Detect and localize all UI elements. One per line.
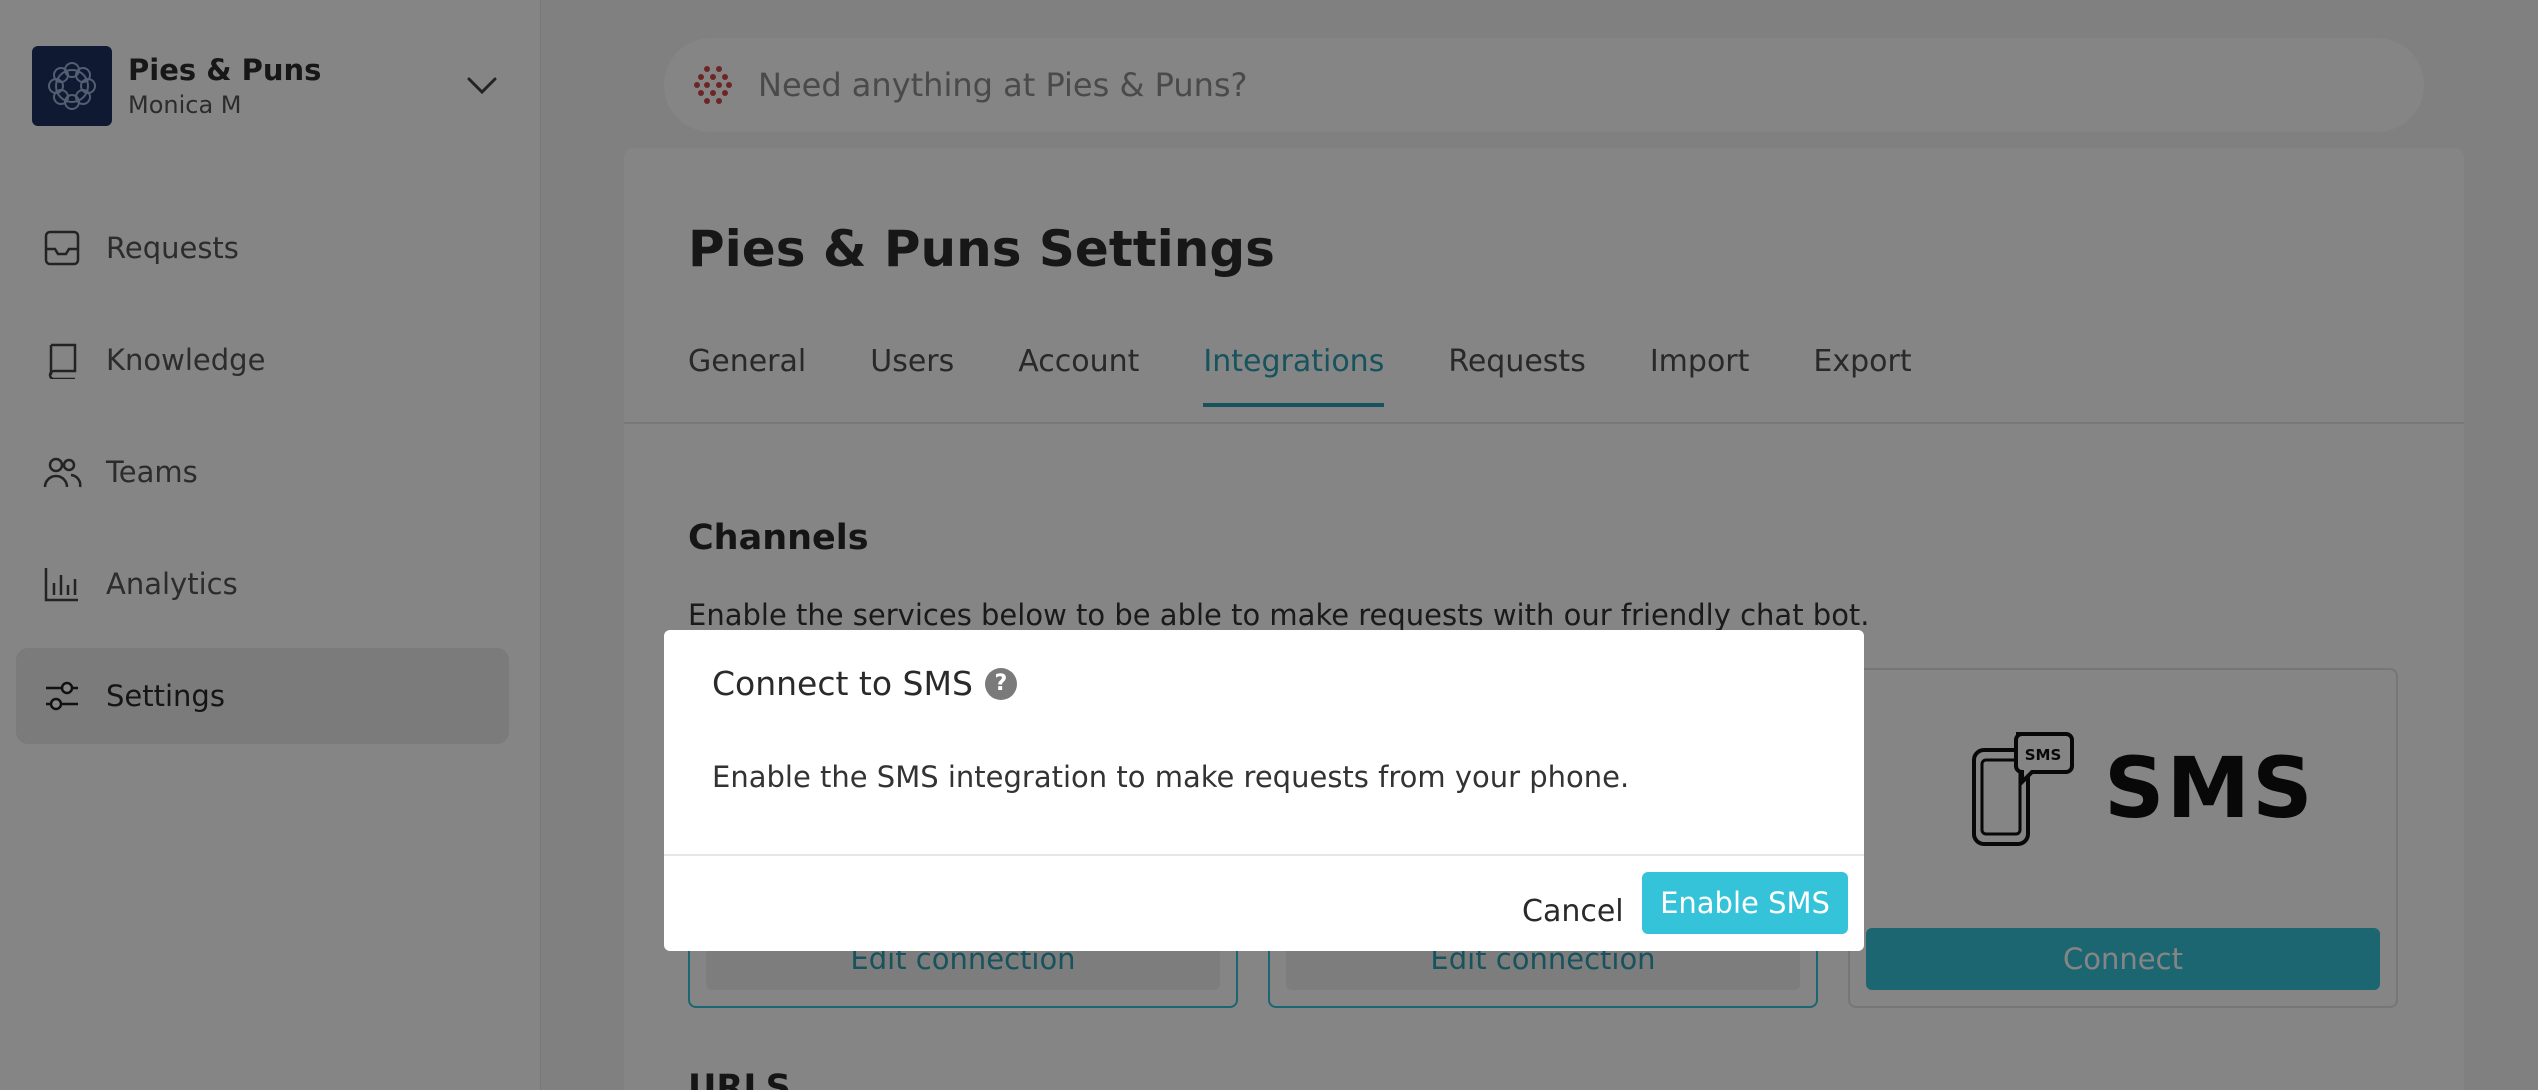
connect-sms-dialog: Connect to SMS ? Enable the SMS integrat… (664, 630, 1864, 951)
dialog-divider (664, 854, 1864, 856)
cancel-button[interactable]: Cancel (1510, 880, 1636, 942)
help-icon[interactable]: ? (984, 667, 1017, 700)
dialog-title-text: Connect to SMS (712, 664, 973, 703)
enable-sms-button[interactable]: Enable SMS (1642, 872, 1848, 934)
dialog-title: Connect to SMS ? (712, 664, 1017, 703)
dialog-body: Enable the SMS integration to make reque… (712, 760, 1630, 794)
